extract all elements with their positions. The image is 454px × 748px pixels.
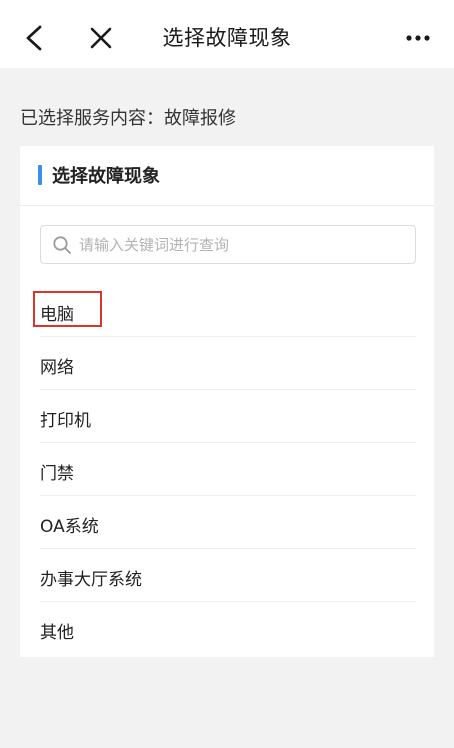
section-accent-bar [38, 165, 42, 185]
search-box[interactable] [40, 225, 416, 264]
selected-service-text: 已选择服务内容：故障报修 [20, 108, 236, 129]
list-item-service-hall-system[interactable]: 办事大厅系统 [40, 549, 416, 602]
list-item-oa-system[interactable]: OA系统 [40, 496, 416, 549]
list-item-access-control[interactable]: 门禁 [40, 443, 416, 496]
list-item-label: OA系统 [40, 517, 99, 537]
section-title: 选择故障现象 [52, 166, 160, 187]
page-title: 选择故障现象 [162, 26, 292, 50]
fault-selection-card: 选择故障现象 电脑 网络 打印机 门禁 OA系统 办事大厅系统 其他 [20, 146, 434, 657]
list-item-network[interactable]: 网络 [40, 337, 416, 390]
fault-list: 电脑 网络 打印机 门禁 OA系统 办事大厅系统 其他 [33, 284, 416, 655]
list-item-label: 办事大厅系统 [40, 570, 142, 590]
list-item-computer[interactable]: 电脑 [33, 284, 416, 337]
list-item-label: 电脑 [40, 305, 74, 325]
list-item-other[interactable]: 其他 [40, 602, 416, 655]
list-item-printer[interactable]: 打印机 [40, 390, 416, 443]
top-navigation-bar: 选择故障现象 [0, 0, 454, 68]
more-horizontal-icon[interactable] [400, 28, 436, 48]
list-item-label: 门禁 [40, 464, 74, 484]
list-item-label: 其他 [40, 623, 74, 643]
search-input[interactable] [79, 226, 411, 263]
search-icon [53, 236, 71, 254]
card-header: 选择故障现象 [20, 146, 434, 206]
list-item-label: 网络 [40, 358, 74, 378]
list-item-label: 打印机 [40, 411, 91, 431]
